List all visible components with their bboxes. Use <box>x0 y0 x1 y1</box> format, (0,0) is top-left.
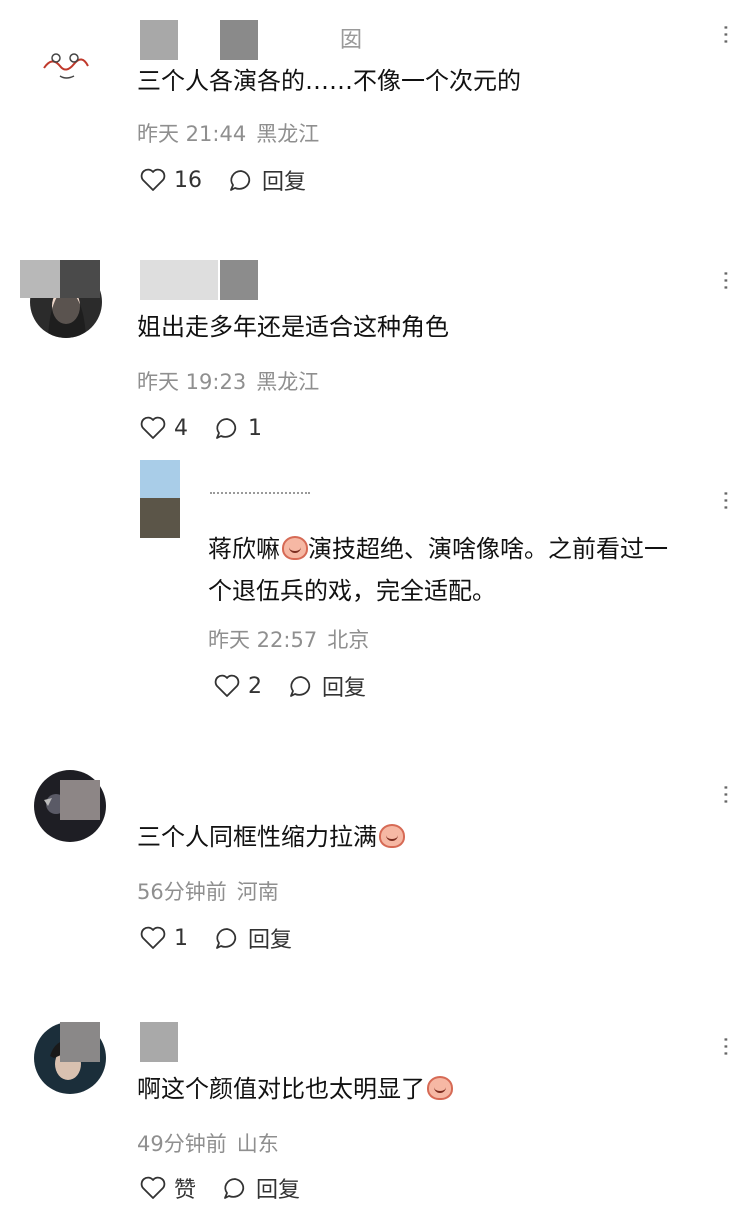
comment-5: ··· 啊这个颜值对比也太明显了 49分钟前 山东 赞 回复 <box>0 1010 736 1222</box>
comment-text-line2: 个退伍兵的戏，完全适配。 <box>208 577 496 605</box>
reply-button[interactable]: 回复 <box>288 670 366 702</box>
comment-meta: 49分钟前 山东 <box>137 1128 279 1158</box>
like-button[interactable]: 2 <box>214 674 262 699</box>
comment-bubble-icon <box>290 676 311 697</box>
location: 山东 <box>236 1132 279 1156</box>
like-button[interactable]: 1 <box>140 926 188 951</box>
comment-actions: 2 回复 <box>214 670 392 702</box>
reply-label: 回复 <box>322 676 367 701</box>
emoji-icon <box>379 824 405 848</box>
like-button[interactable]: 4 <box>140 416 188 441</box>
comment-text: 啊这个颜值对比也太明显了 <box>137 1066 453 1112</box>
more-vertical-icon[interactable]: ··· <box>712 490 736 511</box>
heart-outline-icon <box>214 674 240 697</box>
comment-actions: 4 1 <box>140 412 288 444</box>
comment-meta: 56分钟前 河南 <box>137 876 279 906</box>
avatar-mosaic <box>60 260 100 298</box>
comment-2: ··· 姐出走多年还是适合这种角色 昨天 19:23 黑龙江 4 1 <box>0 230 736 460</box>
emoji-icon <box>282 536 308 560</box>
location: 黑龙江 <box>256 122 320 146</box>
like-count: 2 <box>248 673 262 699</box>
username[interactable]: 囡 <box>140 20 400 60</box>
comment-text: 三个人同框性缩力拉满 <box>137 814 405 860</box>
timestamp: 56分钟前 <box>137 880 227 904</box>
avatar-mosaic <box>60 780 100 820</box>
comment-bubble-icon <box>230 170 251 191</box>
comment-meta: 昨天 21:44 黑龙江 <box>137 118 319 148</box>
comment-text: 蒋欣嘛 演技超绝、演啥像啥。之前看过一 <box>208 535 668 563</box>
like-label: 赞 <box>174 1178 197 1203</box>
comment-bubble-icon <box>216 418 237 439</box>
heart-outline-icon <box>140 926 166 949</box>
comment-meta: 昨天 19:23 黑龙江 <box>137 366 319 396</box>
heart-outline-icon <box>140 1176 166 1199</box>
timestamp: 昨天 19:23 <box>137 370 247 394</box>
avatar-mosaic <box>20 260 60 298</box>
username[interactable] <box>140 260 360 300</box>
more-vertical-icon[interactable]: ··· <box>712 1036 736 1057</box>
location: 北京 <box>327 628 370 652</box>
username[interactable] <box>210 486 320 502</box>
location: 黑龙江 <box>256 370 320 394</box>
location: 河南 <box>236 880 279 904</box>
reply-button[interactable]: 1 <box>214 416 262 441</box>
comment-actions: 赞 回复 <box>140 1172 326 1204</box>
more-vertical-icon[interactable]: ··· <box>712 784 736 805</box>
like-button[interactable]: 16 <box>140 168 202 193</box>
comment-text: 姐出走多年还是适合这种角色 <box>137 313 449 341</box>
more-vertical-icon[interactable]: ··· <box>712 270 736 291</box>
comment-actions: 16 回复 <box>140 164 332 196</box>
like-button[interactable]: 赞 <box>140 1172 196 1204</box>
comment-text: 三个人各演各的……不像一个次元的 <box>137 67 521 95</box>
timestamp: 昨天 21:44 <box>137 122 247 146</box>
comment-bubble-icon <box>216 928 237 949</box>
reply-button[interactable]: 回复 <box>214 922 292 954</box>
more-vertical-icon[interactable]: ··· <box>712 24 736 45</box>
avatar-mosaic[interactable] <box>140 460 180 498</box>
comment-4: ··· 三个人同框性缩力拉满 56分钟前 河南 1 回复 <box>0 760 736 1010</box>
reply-label: 回复 <box>256 1178 301 1203</box>
like-count: 4 <box>174 415 188 441</box>
emoji-icon <box>427 1076 453 1100</box>
comment-bubble-icon <box>224 1178 245 1199</box>
avatar[interactable] <box>30 22 102 94</box>
comment-actions: 1 回复 <box>140 922 318 954</box>
timestamp: 昨天 22:57 <box>208 628 318 652</box>
username[interactable] <box>140 1022 180 1062</box>
like-count: 16 <box>174 167 202 193</box>
heart-outline-icon <box>140 416 166 439</box>
avatar-mosaic <box>60 1022 100 1062</box>
reply-label: 回复 <box>262 170 307 195</box>
reply-button[interactable]: 回复 <box>228 164 306 196</box>
like-count: 1 <box>174 925 188 951</box>
avatar-mosaic[interactable] <box>140 498 180 538</box>
comment-reply: ··· 蒋欣嘛 演技超绝、演啥像啥。之前看过一 个退伍兵的戏，完全适配。 昨天 2… <box>0 460 736 760</box>
timestamp: 49分钟前 <box>137 1132 227 1156</box>
heart-outline-icon <box>140 168 166 191</box>
reply-button[interactable]: 回复 <box>222 1172 300 1204</box>
reply-count: 1 <box>248 415 262 441</box>
comment-1: 囡 ··· 三个人各演各的……不像一个次元的 昨天 21:44 黑龙江 16 回复 <box>0 0 736 230</box>
reply-label: 回复 <box>248 928 293 953</box>
comment-meta: 昨天 22:57 北京 <box>208 624 369 654</box>
username-text: 囡 <box>340 28 363 53</box>
